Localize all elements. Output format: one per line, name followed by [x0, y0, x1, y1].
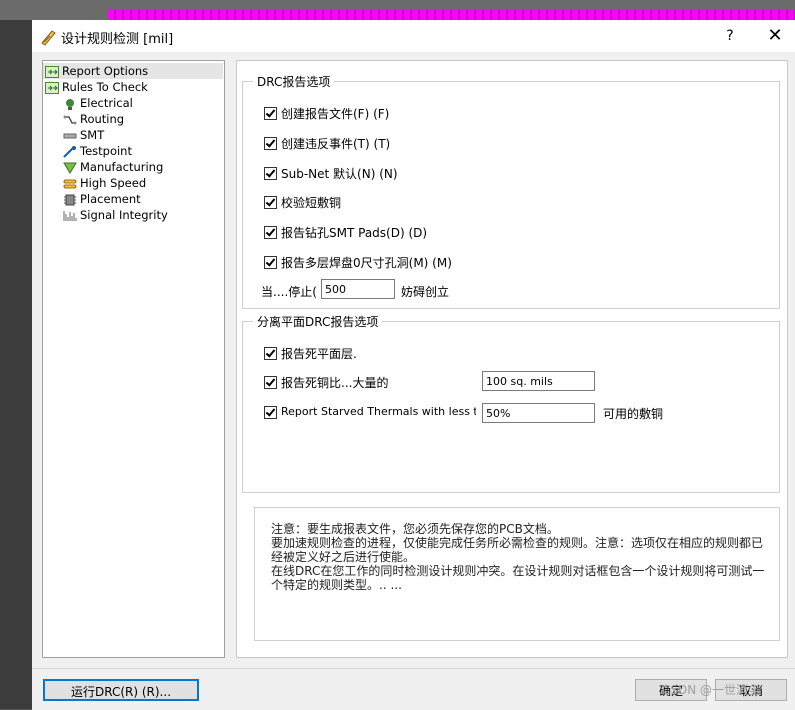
report-drilled-smt-checkbox[interactable]: [264, 226, 277, 239]
drc-dialog: 设计规则检测 [mil] ? ✕ Report Options Rules To…: [32, 20, 795, 710]
split-plane-group-label: 分离平面DRC报告选项: [253, 313, 383, 330]
ruler-pencil-icon: [41, 30, 56, 46]
electrical-icon: [66, 98, 74, 110]
routing-icon: [63, 115, 77, 124]
tree-item-label: Manufacturing: [80, 160, 164, 174]
tree-item-label: Signal Integrity: [80, 208, 168, 222]
dead-copper-input[interactable]: 100 sq. mils: [482, 371, 595, 391]
starved-thermals-suffix: 可用的敷铜: [603, 407, 664, 421]
stop-after-suffix: 妨碍创立: [401, 285, 450, 299]
report-options-icon: [45, 65, 59, 78]
tree-item-signal-integrity[interactable]: Signal Integrity: [63, 207, 168, 223]
tree-item-label: Testpoint: [80, 144, 132, 158]
dead-copper-checkbox[interactable]: [264, 376, 277, 389]
report-multilayer-pad-label: 报告多层焊盘0尺寸孔洞(M) (M): [281, 256, 452, 270]
run-drc-button[interactable]: 运行DRC(R) (R)...: [43, 679, 199, 701]
tree-item-label: Placement: [80, 192, 141, 206]
tree-item-routing[interactable]: Routing: [63, 111, 124, 127]
background-selection-strip: [108, 10, 795, 20]
starved-thermals-checkbox[interactable]: [264, 406, 277, 419]
signal-integrity-icon: [63, 210, 77, 221]
tree-item-testpoint[interactable]: Testpoint: [63, 143, 132, 159]
info-text: 注意：要生成报表文件，您必须先保存您的PCB文档。 要加速规则检查的进程，仅使能…: [271, 522, 765, 592]
tree-item-report-options[interactable]: Report Options: [43, 63, 223, 79]
verify-short-copper-checkbox[interactable]: [264, 196, 277, 209]
rules-tree: Report Options Rules To Check Electrical…: [42, 60, 225, 658]
testpoint-icon: [63, 145, 76, 158]
starved-thermals-label: Report Starved Thermals with less thar: [281, 405, 476, 418]
smt-icon: [63, 133, 77, 138]
button-bar: 运行DRC(R) (R)... 确定 取消 CSDN @一世消尘: [32, 668, 795, 710]
starved-thermals-input[interactable]: 50%: [482, 403, 595, 423]
stop-after-input[interactable]: 500: [321, 279, 395, 299]
stop-after-label: 当....停止(: [261, 285, 317, 299]
report-options-panel: DRC报告选项 创建报告文件(F) (F) 创建违反事件(T) (T) Sub-…: [236, 60, 788, 658]
watermark: CSDN @一世消尘: [662, 683, 761, 697]
dead-plane-checkbox[interactable]: [264, 347, 277, 360]
tree-item-placement[interactable]: Placement: [63, 191, 141, 207]
tree-item-label: Report Options: [62, 64, 149, 78]
close-button[interactable]: ✕: [760, 24, 790, 48]
tree-item-label: High Speed: [80, 176, 147, 190]
title-bar: 设计规则检测 [mil] ? ✕: [32, 20, 795, 52]
dead-copper-label: 报告死铜比...大量的: [281, 376, 389, 390]
create-violations-checkbox[interactable]: [264, 137, 277, 150]
report-drilled-smt-label: 报告钻孔SMT Pads(D) (D): [281, 226, 428, 240]
subnet-default-checkbox[interactable]: [264, 167, 277, 180]
help-button[interactable]: ?: [718, 26, 742, 46]
create-report-label: 创建报告文件(F) (F): [281, 107, 390, 121]
tree-item-rules-to-check[interactable]: Rules To Check: [43, 79, 148, 95]
manufacturing-icon: [63, 162, 77, 174]
info-box: 注意：要生成报表文件，您必须先保存您的PCB文档。 要加速规则检查的进程，仅使能…: [254, 507, 780, 641]
subnet-default-label: Sub-Net 默认(N) (N): [281, 167, 398, 181]
tree-item-high-speed[interactable]: High Speed: [63, 175, 146, 191]
placement-icon: [64, 194, 76, 205]
drc-options-group-label: DRC报告选项: [253, 73, 335, 90]
tree-item-electrical[interactable]: Electrical: [63, 95, 133, 111]
dead-plane-label: 报告死平面层.: [281, 347, 357, 361]
tree-item-manufacturing[interactable]: Manufacturing: [63, 159, 163, 175]
tree-item-label: Routing: [80, 112, 125, 126]
tree-item-smt[interactable]: SMT: [63, 127, 104, 143]
tree-item-label: SMT: [80, 128, 105, 142]
verify-short-copper-label: 校验短敷铜: [281, 196, 342, 210]
tree-item-label: Electrical: [80, 96, 133, 110]
tree-item-label: Rules To Check: [62, 80, 148, 94]
high-speed-icon: [63, 179, 77, 188]
report-multilayer-pad-checkbox[interactable]: [264, 256, 277, 269]
create-report-checkbox[interactable]: [264, 107, 277, 120]
create-violations-label: 创建违反事件(T) (T): [281, 137, 391, 151]
background-left: [0, 20, 32, 709]
rules-to-check-icon: [45, 81, 59, 94]
window-title: 设计规则检测 [mil]: [61, 32, 174, 47]
